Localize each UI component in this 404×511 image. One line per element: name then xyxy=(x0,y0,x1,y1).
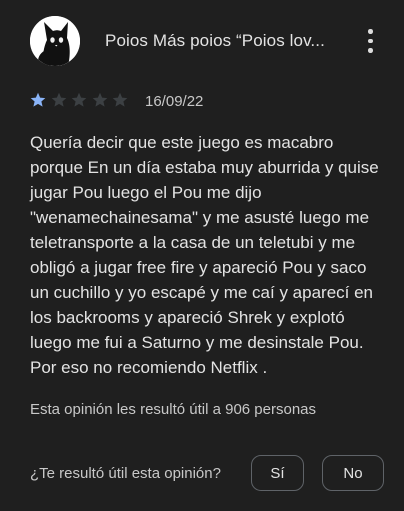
author-name: Poios Más poios “Poios lov... xyxy=(105,31,325,50)
more-vert-icon-dot xyxy=(368,38,373,43)
review-card: Poios Más poios “Poios lov... 16/09/22 Q… xyxy=(0,0,404,511)
review-header: Poios Más poios “Poios lov... xyxy=(30,16,390,66)
black-cat-avatar-icon xyxy=(30,16,80,66)
star-filled-icon xyxy=(30,92,46,107)
avatar xyxy=(30,16,80,66)
star-rating xyxy=(30,92,133,108)
more-vert-icon xyxy=(368,29,373,34)
helpful-question: ¿Te resultó útil esta opinión? xyxy=(30,465,221,482)
more-options-button[interactable] xyxy=(360,27,380,55)
star-empty-icon xyxy=(71,92,87,107)
star-empty-icon xyxy=(92,92,107,107)
more-vert-icon-dot xyxy=(368,48,373,53)
star-empty-icon xyxy=(51,92,66,107)
yes-button[interactable]: Sí xyxy=(251,455,304,491)
helpful-count: Esta opinión les resultó útil a 906 pers… xyxy=(30,401,317,418)
rating-row: 16/09/22 xyxy=(30,90,330,110)
star-empty-icon xyxy=(112,92,128,107)
review-body: Quería decir que este juego es macabro p… xyxy=(30,133,379,377)
review-date: 16/09/22 xyxy=(145,93,204,110)
no-button[interactable]: No xyxy=(322,455,384,491)
